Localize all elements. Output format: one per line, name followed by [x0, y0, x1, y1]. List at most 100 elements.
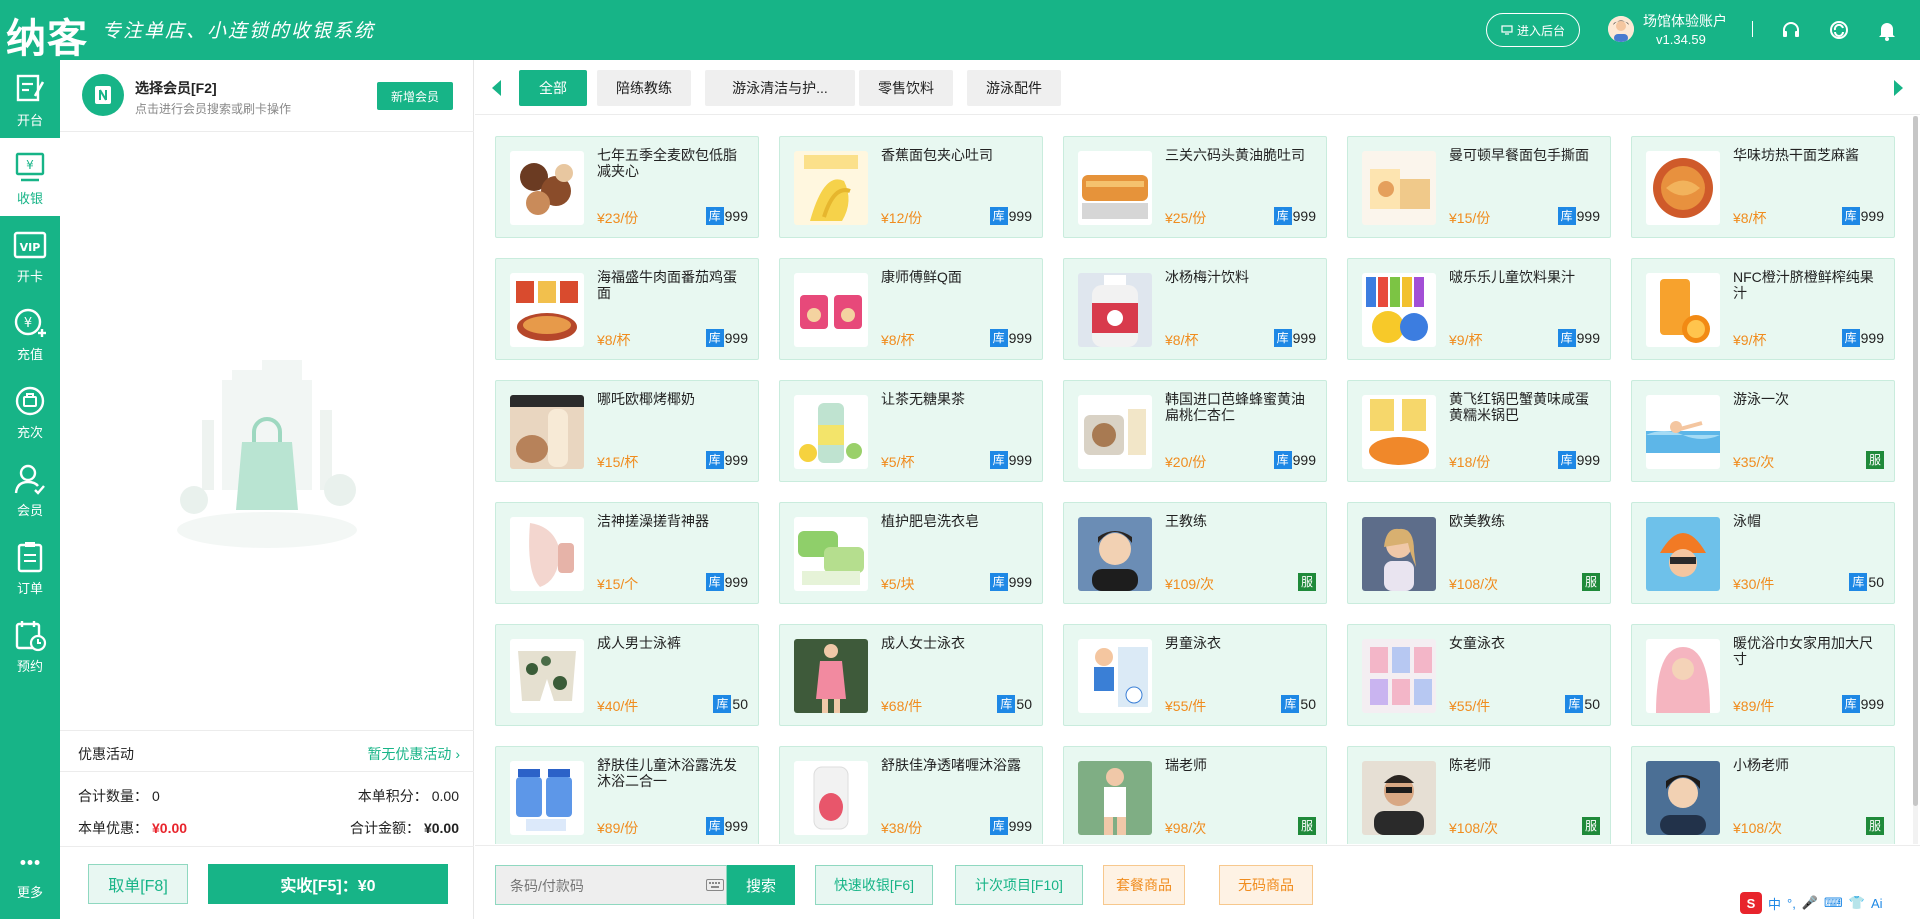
keyboard-icon[interactable]: ⌨ — [1824, 895, 1843, 911]
promotion-row[interactable]: 优惠活动 暂无优惠活动 › — [60, 730, 474, 772]
bell-icon[interactable] — [1876, 19, 1898, 41]
tab-all[interactable]: 全部 — [519, 70, 587, 106]
nav-item-times[interactable]: 充次 — [0, 372, 60, 450]
punctuation-icon[interactable]: °, — [1787, 896, 1796, 911]
product-stock: 库 999 — [1557, 207, 1600, 225]
product-image — [1362, 517, 1436, 591]
product-card[interactable]: 七年五季全麦欧包低脂减夹心 ¥23/份 库 999 — [495, 136, 759, 238]
order-total: 合计金额： ¥0.00 — [349, 820, 459, 836]
product-image — [794, 395, 868, 469]
ime-toolbar[interactable]: S 中 °, 🎤 ⌨ 👕 Ai — [1736, 889, 1918, 917]
product-card[interactable]: 海福盛牛肉面番茄鸡蛋面 ¥8/杯 库 999 — [495, 258, 759, 360]
stock-count: 999 — [1292, 208, 1316, 224]
product-card[interactable]: 王教练 ¥109/次 服 — [1063, 502, 1327, 604]
skin-icon[interactable]: 👕 — [1849, 895, 1865, 911]
tab-swim-gear[interactable]: 游泳配件 — [967, 70, 1061, 106]
nav-item-open-card[interactable]: VIP 开卡 — [0, 216, 60, 294]
product-card[interactable]: 成人男士泳裤 ¥40/件 库 50 — [495, 624, 759, 726]
headset-icon[interactable] — [1780, 19, 1802, 41]
mic-icon[interactable]: 🎤 — [1802, 895, 1818, 911]
product-card[interactable]: 小杨老师 ¥108/次 服 — [1631, 746, 1895, 844]
product-card[interactable]: NFC橙汁脐橙鲜榨纯果汁 ¥9/杯 库 999 — [1631, 258, 1895, 360]
product-name: 舒肤佳净透啫喱沐浴露 — [881, 757, 1021, 773]
product-card[interactable]: 曼可顿早餐面包手撕面 ¥15/份 库 999 — [1347, 136, 1611, 238]
stock-badge: 库 — [1841, 329, 1860, 347]
product-card[interactable]: 女童泳衣 ¥55/件 库 50 — [1347, 624, 1611, 726]
product-card[interactable]: 三关六码头黄油脆吐司 ¥25/份 库 999 — [1063, 136, 1327, 238]
product-card[interactable]: 洁神搓澡搓背神器 ¥15/个 库 999 — [495, 502, 759, 604]
nav-item-open-table[interactable]: 开台 — [0, 60, 60, 138]
product-card[interactable]: 植护肥皂洗衣皂 ¥5/块 库 999 — [779, 502, 1043, 604]
product-name: 康师傅鲜Q面 — [881, 269, 962, 285]
product-card[interactable]: 游泳一次 ¥35/次 服 — [1631, 380, 1895, 482]
checkout-button[interactable]: 实收[F5]：¥0 — [208, 864, 448, 904]
nav-item-recharge[interactable]: ¥ 充值 — [0, 294, 60, 372]
count-item-button[interactable]: 计次项目[F10] — [955, 865, 1083, 905]
product-card[interactable]: 欧美教练 ¥108/次 服 — [1347, 502, 1611, 604]
product-card[interactable]: 黄飞红锅巴蟹黄味咸蛋黄糯米锅巴 ¥18/份 库 999 — [1347, 380, 1611, 482]
product-price: ¥108/次 — [1733, 820, 1783, 836]
product-image — [1078, 639, 1152, 713]
nav-item-more[interactable]: 更多 — [0, 850, 60, 916]
product-card[interactable]: 暖优浴巾女家用加大尺寸 ¥89/件 库 999 — [1631, 624, 1895, 726]
product-card[interactable]: 冰杨梅汁饮料 ¥8/杯 库 999 — [1063, 258, 1327, 360]
tabs-scroll-left-icon[interactable] — [492, 80, 501, 96]
stock-badge: 库 — [705, 817, 724, 835]
product-price: ¥9/杯 — [1733, 332, 1767, 348]
grid-scrollbar[interactable] — [1913, 116, 1918, 844]
product-image — [1362, 273, 1436, 347]
refresh-icon[interactable] — [1828, 19, 1850, 41]
product-card[interactable]: 啵乐乐儿童饮料果汁 ¥9/杯 库 999 — [1347, 258, 1611, 360]
product-card[interactable]: 康师傅鲜Q面 ¥8/杯 库 999 — [779, 258, 1043, 360]
account-name[interactable]: 场馆体验账户 — [1643, 11, 1727, 31]
tab-drinks[interactable]: 零售饮料 — [859, 70, 953, 106]
category-tabs: 全部 陪练教练 游泳清洁与护... 零售饮料 游泳配件 — [475, 60, 1920, 115]
nav-item-member[interactable]: 会员 — [0, 450, 60, 528]
stock-badge: 库 — [705, 207, 724, 225]
product-card[interactable]: 哪吒欧椰烤椰奶 ¥15/杯 库 999 — [495, 380, 759, 482]
account-avatar[interactable] — [1608, 16, 1634, 42]
hold-order-button[interactable]: 取单[F8] — [88, 864, 188, 904]
keyboard-icon[interactable] — [706, 879, 724, 891]
tab-swim-care[interactable]: 游泳清洁与护... — [705, 70, 855, 106]
stock-count: 50 — [1300, 696, 1316, 712]
nav-item-cashier[interactable]: ¥ 收银 — [0, 138, 60, 216]
product-card[interactable]: 香蕉面包夹心吐司 ¥12/份 库 999 — [779, 136, 1043, 238]
product-price: ¥30/件 — [1733, 576, 1775, 592]
ime-mode[interactable]: 中 — [1768, 894, 1781, 913]
search-button[interactable]: 搜索 — [727, 865, 795, 905]
product-card[interactable]: 瑞老师 ¥98/次 服 — [1063, 746, 1327, 844]
product-name: 欧美教练 — [1449, 513, 1505, 529]
service-badge: 服 — [1866, 451, 1884, 469]
product-card[interactable]: 泳帽 ¥30/件 库 50 — [1631, 502, 1895, 604]
product-card[interactable]: 成人女士泳衣 ¥68/件 库 50 — [779, 624, 1043, 726]
product-card[interactable]: 舒肤佳儿童沐浴露洗发沐浴二合一 ¥89/份 库 999 — [495, 746, 759, 844]
no-barcode-button[interactable]: 无码商品 — [1219, 865, 1313, 905]
product-price: ¥35/次 — [1733, 454, 1775, 470]
promotion-value[interactable]: 暂无优惠活动 › — [367, 744, 460, 764]
enter-admin-button[interactable]: 进入后台 — [1486, 13, 1580, 47]
nav-item-booking[interactable]: 预约 — [0, 606, 60, 684]
barcode-input[interactable] — [510, 876, 680, 896]
product-card[interactable]: 陈老师 ¥108/次 服 — [1347, 746, 1611, 844]
product-card[interactable]: 舒肤佳净透啫喱沐浴露 ¥38/份 库 999 — [779, 746, 1043, 844]
product-card[interactable]: 让茶无糖果茶 ¥5/杯 库 999 — [779, 380, 1043, 482]
product-stock: 服 — [1866, 451, 1884, 469]
more-icon — [20, 860, 40, 865]
tab-coach[interactable]: 陪练教练 — [597, 70, 691, 106]
package-button[interactable]: 套餐商品 — [1103, 865, 1185, 905]
add-member-button[interactable]: 新增会员 — [377, 82, 453, 110]
quick-checkout-button[interactable]: 快速收银[F6] — [815, 865, 933, 905]
svg-text:VIP: VIP — [20, 241, 41, 254]
nav-item-order[interactable]: 订单 — [0, 528, 60, 606]
member-select[interactable]: 选择会员[F2] 点击进行会员搜索或刷卡操作 新增会员 — [60, 60, 474, 132]
product-price: ¥55/件 — [1449, 698, 1491, 714]
product-card[interactable]: 韩国进口芭蜂蜂蜜黄油扁桃仁杏仁 ¥20/份 库 999 — [1063, 380, 1327, 482]
ime-ai[interactable]: Ai — [1871, 896, 1883, 911]
product-name: 小杨老师 — [1733, 757, 1789, 773]
product-card[interactable]: 华味坊热干面芝麻酱 ¥8/杯 库 999 — [1631, 136, 1895, 238]
tabs-scroll-right-icon[interactable] — [1894, 80, 1903, 96]
product-price: ¥108/次 — [1449, 820, 1499, 836]
stock-badge: 库 — [1565, 695, 1584, 713]
product-card[interactable]: 男童泳衣 ¥55/件 库 50 — [1063, 624, 1327, 726]
